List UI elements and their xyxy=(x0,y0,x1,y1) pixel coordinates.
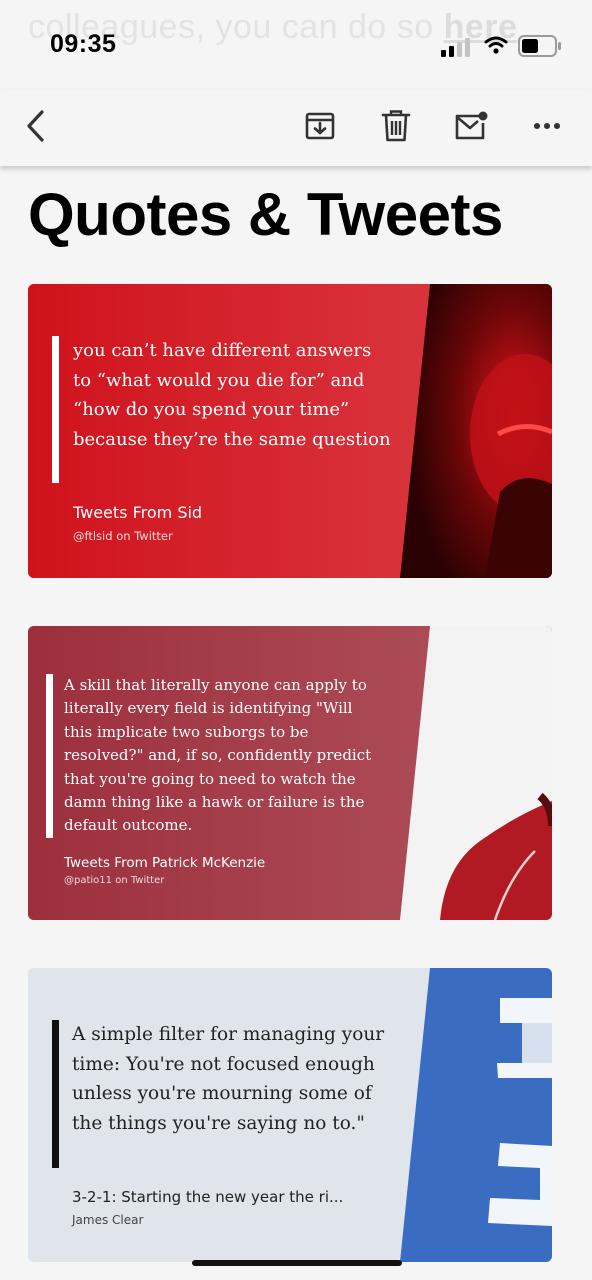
quote-text: you can’t have different answers to “wha… xyxy=(73,340,391,450)
quote-source: Tweets From Sid xyxy=(73,503,203,522)
more-button[interactable] xyxy=(525,104,569,148)
delete-button[interactable] xyxy=(374,104,418,148)
quote-text: A simple filter for managing your time: … xyxy=(72,1024,385,1134)
quote-card[interactable]: A skill that literally anyone can apply … xyxy=(28,626,552,920)
card-photo xyxy=(400,626,552,920)
quote-handle: @ftlsid on Twitter xyxy=(73,529,173,543)
quote-card[interactable]: A simple filter for managing your time: … xyxy=(28,968,552,1262)
chevron-left-icon xyxy=(27,110,44,142)
status-bar: 09:35 xyxy=(0,0,592,90)
quote-source: Tweets From Patrick McKenzie xyxy=(64,855,266,871)
mail-unread-icon xyxy=(455,111,488,140)
back-button[interactable] xyxy=(14,104,58,148)
trash-icon xyxy=(381,110,411,142)
archive-icon xyxy=(305,112,335,140)
card-photo xyxy=(400,284,552,578)
signal-icon xyxy=(441,37,473,57)
quote-bar xyxy=(52,336,59,483)
page-title: Quotes & Tweets xyxy=(28,181,503,248)
archive-button[interactable] xyxy=(298,104,342,148)
quote-text: A skill that literally anyone can apply … xyxy=(64,676,372,835)
quote-handle: @patio11 on Twitter xyxy=(64,875,165,886)
quote-source: 3-2-1: Starting the new year the ri... xyxy=(72,1188,344,1206)
wifi-icon xyxy=(484,36,508,54)
card-photo xyxy=(400,968,552,1262)
more-icon xyxy=(534,123,560,129)
quote-card[interactable]: you can’t have different answers to “wha… xyxy=(28,284,552,578)
mark-unread-button[interactable] xyxy=(449,104,493,148)
battery-icon xyxy=(518,35,561,57)
quote-bar xyxy=(52,1020,59,1168)
home-indicator[interactable] xyxy=(192,1260,402,1266)
status-time: 09:35 xyxy=(50,30,117,58)
quote-bar xyxy=(46,674,53,838)
email-toolbar xyxy=(0,90,592,166)
quote-author: James Clear xyxy=(72,1213,144,1227)
